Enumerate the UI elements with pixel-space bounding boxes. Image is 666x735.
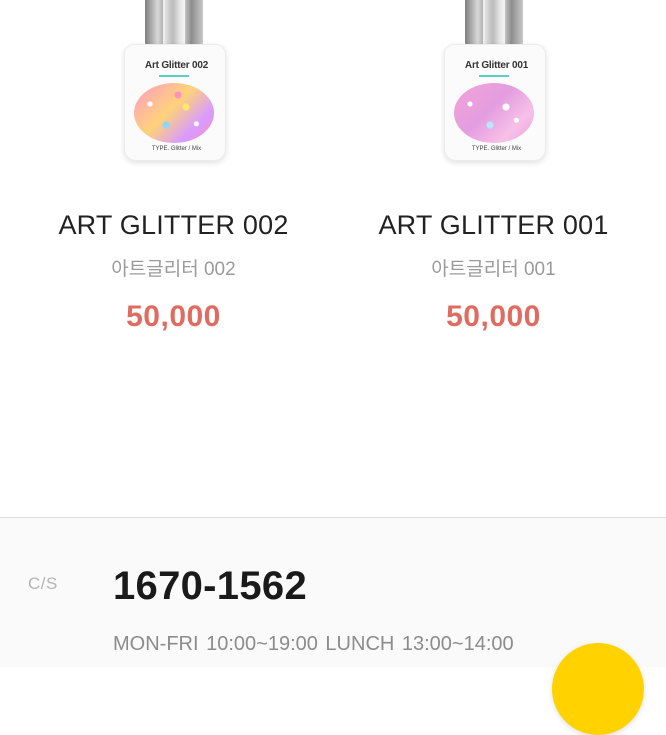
product-grid: Art Glitter 002 TYPE. Glitter / Mix ART …: [0, 0, 666, 520]
product-image[interactable]: Art Glitter 002 TYPE. Glitter / Mix: [119, 0, 229, 170]
glitter-graphic: [133, 83, 214, 143]
cs-label: C/S: [28, 574, 58, 593]
bottle-accent-line: [158, 75, 189, 77]
cs-hours: MON-FRI 10:00~19:00 LUNCH 13:00~14:00: [113, 633, 514, 655]
glitter-graphic: [453, 83, 534, 143]
bottle-type-label: TYPE. Glitter / Mix: [151, 146, 202, 152]
bottle-type-label: TYPE. Glitter / Mix: [471, 146, 522, 152]
bottle-label: Art Glitter 002: [144, 60, 209, 71]
product-name[interactable]: ART GLITTER 002: [7, 210, 340, 241]
bottle-accent-line: [478, 75, 509, 77]
product-name[interactable]: ART GLITTER 001: [327, 210, 660, 241]
product-price: 50,000: [446, 300, 541, 333]
bottle-body: Art Glitter 001 TYPE. Glitter / Mix: [443, 44, 546, 161]
product-image[interactable]: Art Glitter 001 TYPE. Glitter / Mix: [439, 0, 549, 170]
product-card[interactable]: Art Glitter 002 TYPE. Glitter / Mix ART …: [7, 0, 340, 360]
product-price: 50,000: [126, 300, 221, 333]
cs-phone-number[interactable]: 1670-1562: [113, 564, 307, 609]
chat-icon[interactable]: [552, 643, 644, 735]
bottle-body: Art Glitter 002 TYPE. Glitter / Mix: [123, 44, 226, 161]
product-card[interactable]: Art Glitter 001 TYPE. Glitter / Mix ART …: [327, 0, 660, 360]
product-subname: 아트글리터 002: [111, 259, 236, 280]
customer-service-footer: C/S 1670-1562 MON-FRI 10:00~19:00 LUNCH …: [0, 517, 666, 735]
product-subname: 아트글리터 001: [431, 259, 556, 280]
bottle-label: Art Glitter 001: [464, 60, 529, 71]
bottle-cap: [144, 0, 203, 48]
bottle-cap: [464, 0, 523, 48]
